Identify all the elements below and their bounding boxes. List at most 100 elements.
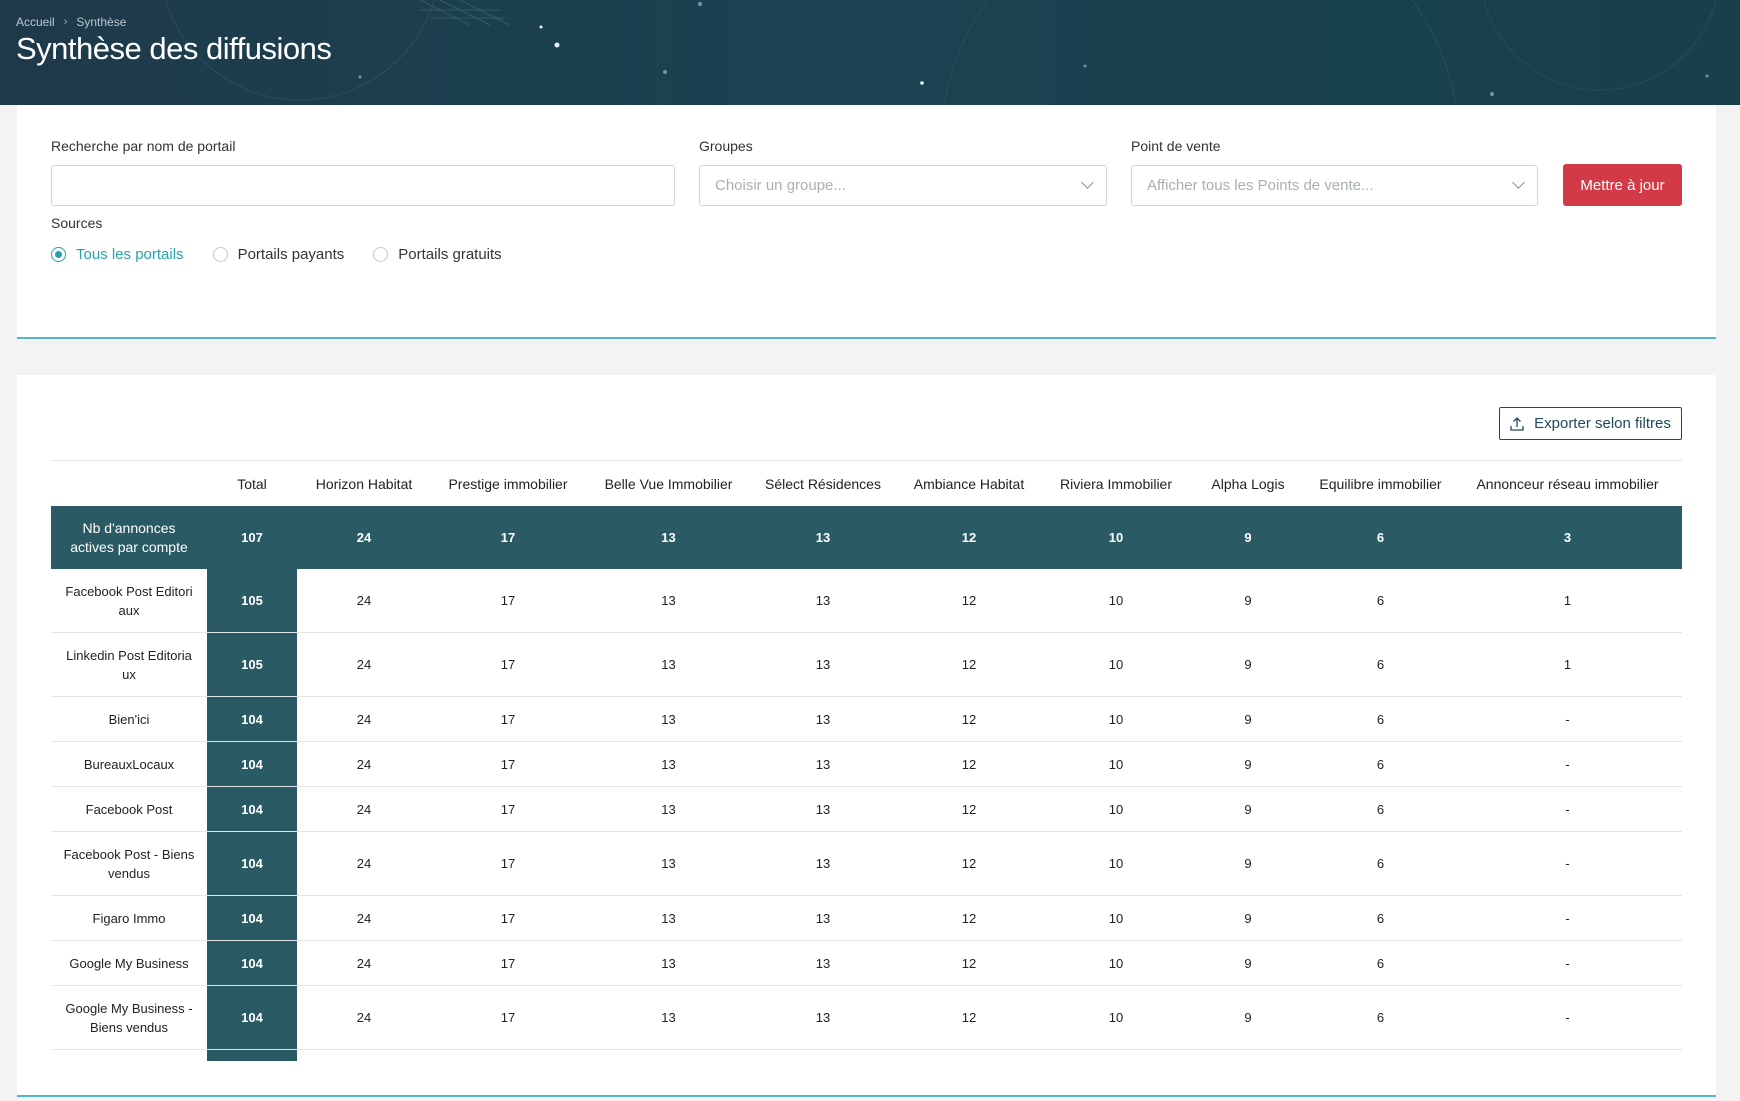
table-cell: 24 xyxy=(356,756,372,772)
table-cell: - xyxy=(1565,711,1570,727)
table-cell: 10 xyxy=(1108,756,1124,772)
table-cell: 17 xyxy=(500,756,516,772)
table-cell: 3 xyxy=(1563,530,1572,545)
table-cell: 13 xyxy=(815,801,831,817)
table-cell: 10 xyxy=(1108,657,1124,672)
table-cell: 24 xyxy=(356,530,372,545)
sources-radio-group: Tous les portails Portails payants Porta… xyxy=(51,246,502,263)
table-cell: 10 xyxy=(1108,910,1124,926)
table-cell-total: 104 xyxy=(241,856,263,871)
table-cell: 17 xyxy=(500,910,516,926)
table-cell: 10 xyxy=(1108,801,1124,817)
table-cell: - xyxy=(1565,910,1570,926)
table-cell: - xyxy=(1565,1010,1570,1025)
table-cell: 13 xyxy=(661,593,676,608)
radio-unchecked-icon xyxy=(212,247,228,262)
column-header[interactable]: Sélect Résidences xyxy=(752,476,894,492)
table-cell: 9 xyxy=(1244,711,1252,727)
diffusion-table: Total Horizon Habitat Prestige immobilie… xyxy=(51,460,1682,1050)
table-cell: 9 xyxy=(1244,955,1252,971)
row-label: Figaro Immo xyxy=(92,910,166,926)
pos-select[interactable]: Afficher tous les Points de vente... xyxy=(1131,165,1538,206)
table-cell: 13 xyxy=(815,756,831,772)
table-row: Google My Business - Biens vendus 104 24 17… xyxy=(51,986,1682,1050)
table-row: Linkedin Post Editoria ux 105 24 17 13 13 12 10… xyxy=(51,633,1682,697)
radio-all-portals[interactable]: Tous les portails xyxy=(51,246,184,263)
column-header[interactable]: Belle Vue Immobilier xyxy=(585,476,752,492)
table-header-row: Total Horizon Habitat Prestige immobilie… xyxy=(51,460,1682,506)
table-cell: 24 xyxy=(356,856,372,871)
table-cell: 13 xyxy=(815,1010,831,1025)
update-button[interactable]: Mettre à jour xyxy=(1563,164,1682,206)
column-header[interactable]: Prestige immobilier xyxy=(431,476,585,492)
radio-label: Portails gratuits xyxy=(398,246,502,263)
pos-label: Point de vente xyxy=(1131,138,1221,154)
table-cell-total: 104 xyxy=(241,955,263,971)
radio-free-portals[interactable]: Portails gratuits xyxy=(373,246,502,263)
table-cell: 6 xyxy=(1376,593,1385,608)
table-cell: 12 xyxy=(961,530,977,545)
table-cell: 13 xyxy=(661,955,676,971)
breadcrumb-current: Synthèse xyxy=(76,15,127,29)
filters-panel xyxy=(17,105,1716,339)
table-cell: 17 xyxy=(500,1010,516,1025)
search-input[interactable] xyxy=(51,165,675,206)
column-header[interactable]: Ambiance Habitat xyxy=(894,476,1044,492)
search-label: Recherche par nom de portail xyxy=(51,138,236,154)
table-cell: 24 xyxy=(356,955,372,971)
table-cell: 6 xyxy=(1376,856,1385,871)
table-cell-total: 105 xyxy=(241,593,263,608)
table-cell: 12 xyxy=(961,657,977,672)
table-cell: 17 xyxy=(500,530,516,545)
table-cell: 17 xyxy=(500,593,516,608)
table-cell: 24 xyxy=(356,801,372,817)
breadcrumb-home[interactable]: Accueil xyxy=(16,15,55,29)
column-header[interactable]: Horizon Habitat xyxy=(297,476,431,492)
table-cell: 12 xyxy=(961,910,977,926)
table-cell: 9 xyxy=(1244,910,1252,926)
row-label: Linkedin Post Editoria ux xyxy=(66,647,192,682)
column-header-total[interactable]: Total xyxy=(207,476,297,492)
chevron-down-icon xyxy=(1512,176,1525,189)
table-cell: - xyxy=(1565,756,1570,772)
radio-unchecked-icon xyxy=(373,247,389,262)
row-label: Facebook Post Editori aux xyxy=(65,583,193,618)
table-cell: 13 xyxy=(661,1010,676,1025)
column-header[interactable]: Annonceur réseau immobilier xyxy=(1453,476,1682,492)
column-header[interactable]: Riviera Immobilier xyxy=(1044,476,1188,492)
table-cell-total: 105 xyxy=(241,657,263,672)
table-cell: 13 xyxy=(661,856,676,871)
column-header[interactable]: Alpha Logis xyxy=(1188,476,1308,492)
summary-row: Nb d'annonces actives par compte 107 24 … xyxy=(51,506,1682,569)
table-cell: 6 xyxy=(1376,530,1385,545)
column-header[interactable]: Equilibre immobilier xyxy=(1308,476,1453,492)
table-cell: 10 xyxy=(1108,955,1124,971)
row-label: Google My Business xyxy=(69,955,189,971)
groups-label: Groupes xyxy=(699,138,753,154)
table-cell-total: 107 xyxy=(241,530,263,545)
table-cell: 12 xyxy=(961,801,977,817)
table-cell: 6 xyxy=(1376,801,1385,817)
row-label: Facebook Post xyxy=(85,801,173,817)
table-cell: 12 xyxy=(961,593,977,608)
table-row: Google My Business 104 24 17 13 13 12 10 9 6 - xyxy=(51,941,1682,986)
table-cell: 9 xyxy=(1244,801,1252,817)
table-cell: 9 xyxy=(1244,756,1252,772)
table-cell: 9 xyxy=(1244,1010,1252,1025)
table-cell: 13 xyxy=(661,801,676,817)
table-cell: 9 xyxy=(1244,530,1252,545)
table-cell: 12 xyxy=(961,955,977,971)
export-button[interactable]: Exporter selon filtres xyxy=(1499,407,1682,440)
table-cell-total: 104 xyxy=(241,711,263,727)
table-row: Figaro Immo 104 24 17 13 13 12 10 9 6 - xyxy=(51,896,1682,941)
table-cell: 9 xyxy=(1244,856,1252,871)
table-cell: 13 xyxy=(815,530,831,545)
table-cell: 13 xyxy=(815,856,831,871)
table-cell-total: 104 xyxy=(241,801,263,817)
groups-select[interactable]: Choisir un groupe... xyxy=(699,165,1107,206)
table-cell: 12 xyxy=(961,1010,977,1025)
radio-paid-portals[interactable]: Portails payants xyxy=(212,246,344,263)
row-label: Google My Business - Biens vendus xyxy=(65,1000,193,1035)
row-label: Bien'ici xyxy=(108,711,150,727)
table-row: Facebook Post - Biens vendus 104 24 17 13 13 1… xyxy=(51,832,1682,896)
